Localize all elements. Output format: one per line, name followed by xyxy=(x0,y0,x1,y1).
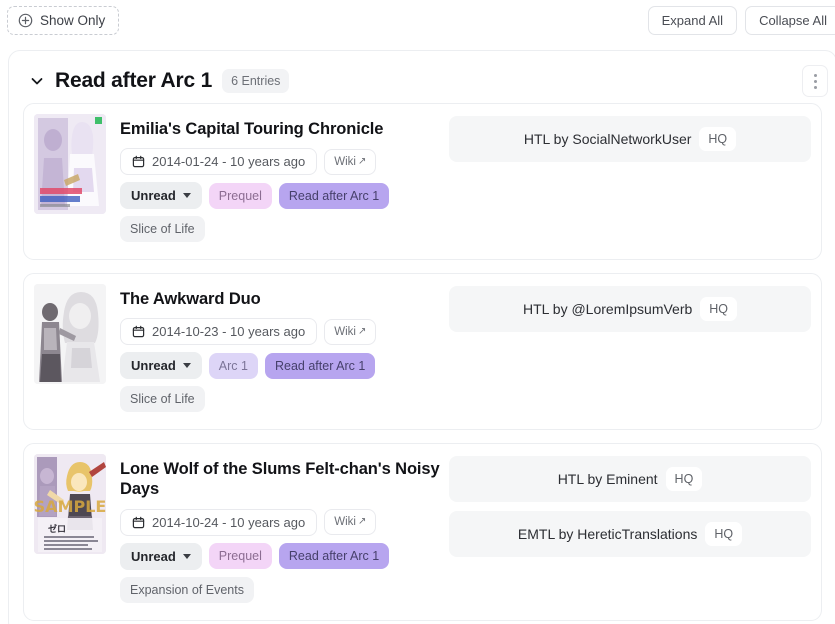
status-label: Unread xyxy=(131,548,176,564)
wiki-link-button[interactable]: Wiki ↗ xyxy=(324,318,377,345)
translation-list: HTL by Eminent HQ EMTL by HereticTransla… xyxy=(449,454,811,558)
status-label: Unread xyxy=(131,188,176,204)
entry-main: The Awkward Duo 2014-10-23 - 10 years ag… xyxy=(34,284,449,419)
translation-list: HTL by SocialNetworkUser HQ xyxy=(449,114,811,162)
chevron-down-icon[interactable] xyxy=(29,73,45,89)
calendar-icon xyxy=(132,155,145,168)
entry-main: SAMPLE ゼロ Lone Wolf of the Slums Felt-ch… xyxy=(34,454,449,609)
external-link-icon: ↗ xyxy=(357,155,367,167)
chevron-down-icon xyxy=(182,553,191,559)
entry-title: Lone Wolf of the Slums Felt-chan's Noisy… xyxy=(120,460,440,499)
chevron-down-icon xyxy=(182,363,191,369)
translation-row[interactable]: EMTL by HereticTranslations HQ xyxy=(449,511,811,558)
kebab-menu-icon[interactable] xyxy=(802,65,828,97)
entry-tag-row-secondary: Slice of Life xyxy=(120,216,449,243)
group-title: Read after Arc 1 xyxy=(55,69,213,92)
entry-tag[interactable]: Read after Arc 1 xyxy=(278,543,390,569)
entry-card[interactable]: Emilia's Capital Touring Chronicle 2014-… xyxy=(23,103,822,261)
group-panel: Read after Arc 1 6 Entries Emilia's Capi… xyxy=(8,50,835,624)
entry-title: The Awkward Duo xyxy=(120,290,261,309)
entry-card-list: Emilia's Capital Touring Chronicle 2014-… xyxy=(9,103,835,621)
calendar-icon xyxy=(132,325,145,338)
status-dropdown[interactable]: Unread xyxy=(120,182,202,210)
toolbar-actions: Expand All Collapse All xyxy=(647,6,835,35)
wiki-label: Wiki xyxy=(334,516,356,528)
entry-date-row: 2014-10-23 - 10 years ago Wiki ↗ xyxy=(120,318,449,346)
status-label: Unread xyxy=(131,358,176,374)
translation-label: HTL by SocialNetworkUser xyxy=(523,131,692,147)
quality-badge: HQ xyxy=(665,467,703,492)
wiki-label: Wiki xyxy=(334,325,356,338)
entry-meta: Lone Wolf of the Slums Felt-chan's Noisy… xyxy=(120,454,449,609)
entry-date-row: 2014-01-24 - 10 years ago Wiki ↗ xyxy=(120,148,449,176)
cover-thumbnail[interactable]: SAMPLE ゼロ xyxy=(34,454,106,555)
calendar-icon xyxy=(132,516,145,529)
translation-row[interactable]: HTL by SocialNetworkUser HQ xyxy=(449,116,811,162)
entry-date-label: 2014-01-24 - 10 years ago xyxy=(152,154,306,170)
status-dropdown[interactable]: Unread xyxy=(120,542,202,570)
translation-label: HTL by @LoremIpsumVerb xyxy=(522,301,693,318)
entry-main: Emilia's Capital Touring Chronicle 2014-… xyxy=(34,114,449,249)
entry-tag-row-secondary: Expansion of Events xyxy=(120,576,449,603)
translation-row[interactable]: HTL by @LoremIpsumVerb HQ xyxy=(449,286,811,333)
plus-circle-icon xyxy=(18,13,33,28)
entry-tag[interactable]: Read after Arc 1 xyxy=(264,352,376,379)
show-only-button[interactable]: Show Only xyxy=(7,6,120,35)
entry-date: 2014-10-24 - 10 years ago xyxy=(120,508,318,536)
entry-tag[interactable]: Prequel xyxy=(208,182,272,209)
translation-row[interactable]: HTL by Eminent HQ xyxy=(449,456,811,503)
entry-card[interactable]: SAMPLE ゼロ Lone Wolf of the Slums Felt-ch… xyxy=(23,443,822,621)
chevron-down-icon xyxy=(182,193,191,199)
quality-badge: HQ xyxy=(705,522,743,547)
entry-tag-row: Unread Prequel Read after Arc 1 xyxy=(120,182,449,210)
wiki-link-button[interactable]: Wiki ↗ xyxy=(324,148,377,175)
collapse-all-button[interactable]: Collapse All xyxy=(745,6,835,35)
entry-meta: Emilia's Capital Touring Chronicle 2014-… xyxy=(120,114,449,249)
translation-list: HTL by @LoremIpsumVerb HQ xyxy=(449,284,811,333)
quality-badge: HQ xyxy=(699,127,737,151)
entry-card[interactable]: The Awkward Duo 2014-10-23 - 10 years ag… xyxy=(23,273,822,431)
show-only-label: Show Only xyxy=(40,13,106,28)
entry-tag[interactable]: Slice of Life xyxy=(120,386,205,413)
entry-date-label: 2014-10-23 - 10 years ago xyxy=(152,324,306,340)
top-toolbar: Show Only Expand All Collapse All xyxy=(0,0,835,43)
wiki-link-button[interactable]: Wiki ↗ xyxy=(324,509,377,535)
entry-tag[interactable]: Arc 1 xyxy=(208,352,258,379)
entry-tag-row: Unread Arc 1 Read after Arc 1 xyxy=(120,352,449,380)
entry-tag[interactable]: Expansion of Events xyxy=(120,576,254,603)
cover-thumbnail[interactable] xyxy=(34,284,106,385)
entry-tag-row: Unread Prequel Read after Arc 1 xyxy=(120,542,449,570)
entries-count-badge: 6 Entries xyxy=(222,69,290,93)
entry-date: 2014-01-24 - 10 years ago xyxy=(120,148,318,176)
cover-thumbnail[interactable] xyxy=(34,114,106,214)
external-link-icon: ↗ xyxy=(357,325,367,337)
entry-tag-row-secondary: Slice of Life xyxy=(120,386,449,413)
status-dropdown[interactable]: Unread xyxy=(120,352,202,380)
entry-list-page: Show Only Expand All Collapse All Read a… xyxy=(0,0,835,624)
entry-tag[interactable]: Prequel xyxy=(208,543,272,569)
quality-badge: HQ xyxy=(700,297,738,322)
svg-text:SAMPLE: SAMPLE xyxy=(34,497,106,516)
translation-label: EMTL by HereticTranslations xyxy=(517,526,698,543)
entry-date-label: 2014-10-24 - 10 years ago xyxy=(152,514,306,530)
entry-date: 2014-10-23 - 10 years ago xyxy=(120,318,318,346)
svg-text:ゼロ: ゼロ xyxy=(48,523,66,535)
translation-label: HTL by Eminent xyxy=(557,471,658,488)
entry-tag[interactable]: Slice of Life xyxy=(120,216,205,243)
entry-date-row: 2014-10-24 - 10 years ago Wiki ↗ xyxy=(120,508,449,536)
group-header[interactable]: Read after Arc 1 6 Entries xyxy=(9,51,835,103)
wiki-label: Wiki xyxy=(334,155,356,168)
entry-title: Emilia's Capital Touring Chronicle xyxy=(120,120,384,138)
expand-all-button[interactable]: Expand All xyxy=(647,6,738,35)
entry-tag[interactable]: Read after Arc 1 xyxy=(278,182,390,209)
external-link-icon: ↗ xyxy=(357,516,367,527)
entry-meta: The Awkward Duo 2014-10-23 - 10 years ag… xyxy=(120,284,449,419)
